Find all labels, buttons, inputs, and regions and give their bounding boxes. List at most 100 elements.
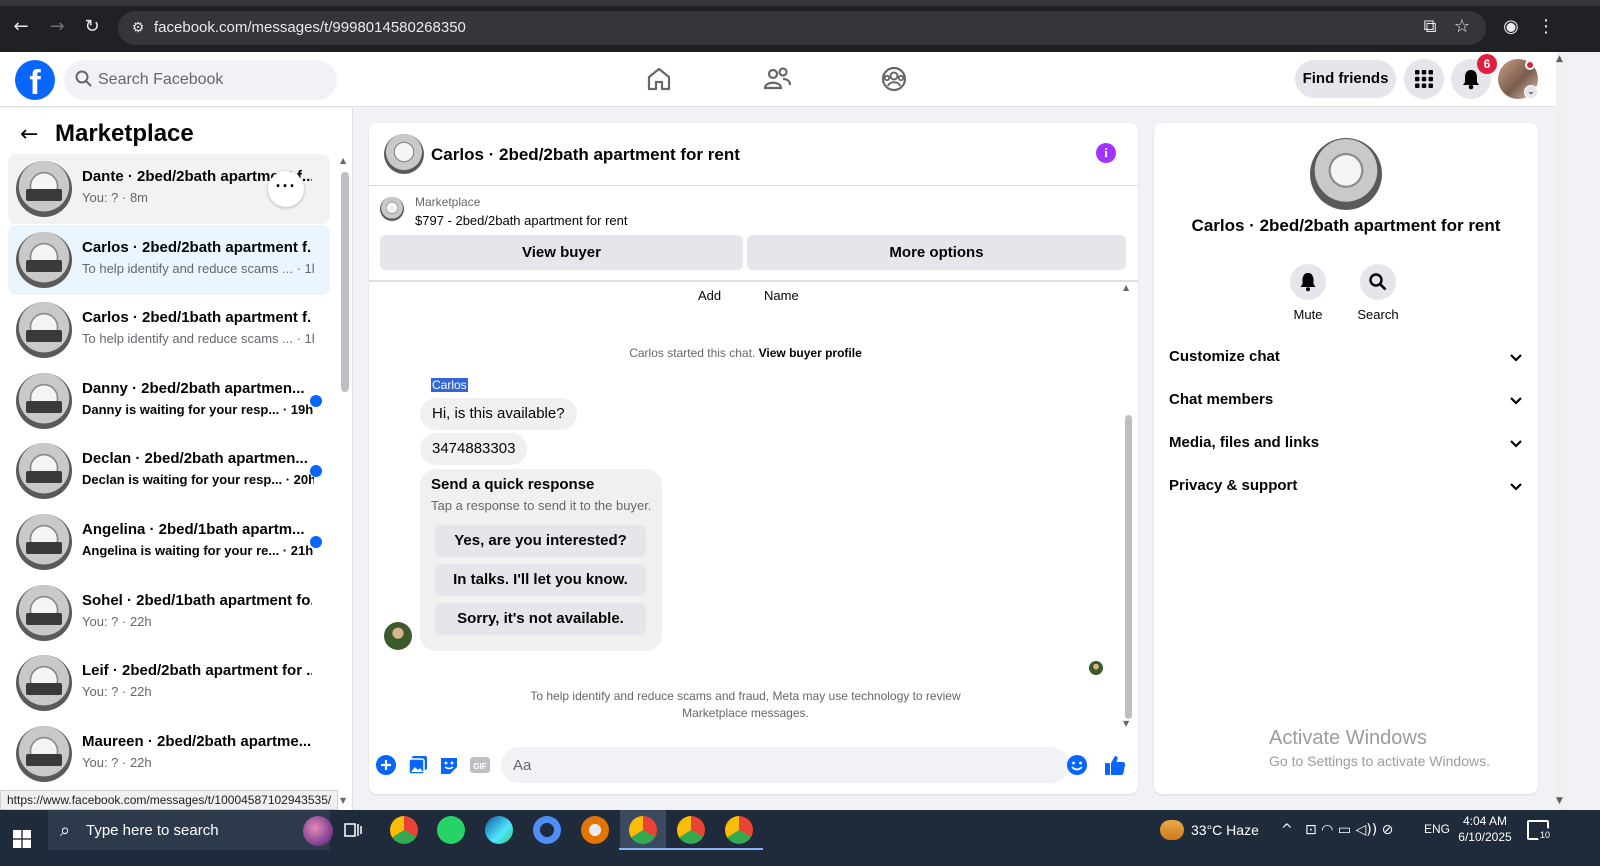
mute-action[interactable]: Mute xyxy=(1283,264,1333,322)
customize-chat-row[interactable]: Customize chat xyxy=(1169,343,1524,373)
conversation-preview: Danny is waiting for your resp... · 19h xyxy=(82,401,314,417)
edge-icon[interactable] xyxy=(485,816,513,844)
conversation-item[interactable]: Dante · 2bed/2bath apartment f... You: ? … xyxy=(8,154,330,224)
scroll-down-arrow[interactable]: ▼ xyxy=(340,796,346,805)
seen-receipt-avatar xyxy=(1089,661,1103,675)
conversation-item[interactable]: Carlos · 2bed/1bath apartment f... To hel… xyxy=(8,295,330,365)
details-avatar[interactable] xyxy=(1310,138,1382,210)
forward-icon[interactable]: → xyxy=(46,16,68,38)
app-icon[interactable] xyxy=(581,816,609,844)
search-button[interactable] xyxy=(1360,264,1396,300)
chrome-app-icon[interactable] xyxy=(390,816,418,844)
install-app-icon[interactable]: ⧉ xyxy=(1419,16,1441,38)
chrome-app-icon[interactable] xyxy=(667,816,715,850)
chevron-up-icon[interactable]: ^ xyxy=(1281,822,1293,838)
quick-reply-in-talks[interactable]: In talks. I'll let you know. xyxy=(435,564,646,596)
back-icon[interactable]: ← xyxy=(10,16,32,38)
conversation-item[interactable]: Angelina · 2bed/1bath apartm... Angelina … xyxy=(8,507,330,577)
reload-icon[interactable]: ↻ xyxy=(81,16,103,38)
scroll-up-arrow[interactable]: ▲ xyxy=(340,156,346,165)
privacy-support-row[interactable]: Privacy & support xyxy=(1169,472,1524,502)
view-buyer-button[interactable]: View buyer xyxy=(380,235,743,270)
facebook-logo[interactable]: f xyxy=(15,60,55,100)
windows-start-icon[interactable] xyxy=(13,830,31,848)
chevron-down-icon xyxy=(1510,397,1522,405)
groups-icon[interactable] xyxy=(879,64,909,94)
bookmark-star-icon[interactable]: ☆ xyxy=(1451,16,1473,38)
sidebar-scrollbar[interactable] xyxy=(341,172,349,392)
section-label: Privacy & support xyxy=(1169,477,1298,494)
unread-dot xyxy=(310,536,322,548)
conversation-item[interactable]: Declan · 2bed/2bath apartmen... Declan is… xyxy=(8,436,330,506)
quick-reply-not-available[interactable]: Sorry, it's not available. xyxy=(435,603,646,635)
listing-card: Marketplace $797 - 2bed/2bath apartment … xyxy=(369,186,1138,282)
chat-scroll-up-arrow[interactable]: ▲ xyxy=(1123,283,1129,292)
message-composer: GIF xyxy=(369,735,1138,794)
more-options-icon[interactable]: ··· xyxy=(268,171,304,207)
chevron-down-icon[interactable]: ⌄ xyxy=(1524,85,1538,99)
quick-response-card: Send a quick response Tap a response to … xyxy=(420,469,662,651)
media-files-links-row[interactable]: Media, files and links xyxy=(1169,429,1524,459)
page-scroll-up-arrow[interactable]: ▲ xyxy=(1556,54,1563,64)
watermark-subtitle: Go to Settings to activate Windows. xyxy=(1269,753,1490,769)
conversation-item[interactable]: Leif · 2bed/2bath apartment for ... You: … xyxy=(8,648,330,718)
url-text[interactable]: facebook.com/messages/t/9998014580268350 xyxy=(154,19,466,36)
conversation-item[interactable]: Danny · 2bed/2bath apartmen... Danny is w… xyxy=(8,366,330,436)
gif-icon[interactable]: GIF xyxy=(469,754,491,776)
system-tray-icons[interactable]: ⊡ ◠ ▭ ◁)) ⊘ xyxy=(1305,822,1393,838)
quick-reply-interested[interactable]: Yes, are you interested? xyxy=(435,525,646,557)
weather-text[interactable]: 33°C Haze xyxy=(1191,822,1259,838)
chrome-app-icon[interactable] xyxy=(715,816,763,850)
facebook-search[interactable] xyxy=(64,60,337,100)
menu-button[interactable] xyxy=(1404,59,1444,99)
taskbar-clock[interactable]: 4:04 AM 6/10/2025 xyxy=(1455,813,1515,845)
whatsapp-icon[interactable] xyxy=(437,816,465,844)
like-thumb-icon[interactable] xyxy=(1104,754,1126,776)
home-icon[interactable] xyxy=(644,64,674,94)
message-bubble[interactable]: Hi, is this available? xyxy=(420,398,577,430)
sticker-icon[interactable] xyxy=(438,754,460,776)
page-scroll-down-arrow[interactable]: ▼ xyxy=(1556,796,1563,806)
chat-avatar[interactable] xyxy=(384,134,424,174)
photo-icon[interactable] xyxy=(407,754,429,776)
chat-title[interactable]: Carlos · 2bed/2bath apartment for rent xyxy=(431,145,740,165)
back-arrow-icon[interactable]: ← xyxy=(20,123,44,147)
app-icon[interactable] xyxy=(533,816,561,844)
browser-profile-icon[interactable]: ◉ xyxy=(1500,16,1522,38)
view-buyer-profile-link[interactable]: View buyer profile xyxy=(759,346,862,360)
notification-center-icon[interactable]: 10 xyxy=(1527,820,1553,842)
name-label[interactable]: Name xyxy=(764,288,799,303)
page-scrollbar[interactable] xyxy=(1556,52,1568,810)
chat-scroll-down-arrow[interactable]: ▼ xyxy=(1123,719,1129,728)
add-label[interactable]: Add xyxy=(698,288,721,303)
chat-members-row[interactable]: Chat members xyxy=(1169,386,1524,416)
listing-avatar xyxy=(16,372,72,429)
chrome-app-icon[interactable] xyxy=(619,816,667,850)
site-settings-icon[interactable]: ⚙ xyxy=(128,18,148,38)
friends-icon[interactable] xyxy=(762,64,792,94)
task-view-icon[interactable] xyxy=(343,820,363,840)
message-input-wrapper[interactable] xyxy=(501,747,1069,783)
address-bar[interactable]: ⚙ facebook.com/messages/t/99980145802683… xyxy=(118,11,1486,45)
buyer-avatar[interactable] xyxy=(384,622,412,650)
message-input[interactable] xyxy=(513,747,1033,783)
plus-icon[interactable] xyxy=(375,754,397,776)
conversation-item[interactable]: Carlos · 2bed/2bath apartment f... To hel… xyxy=(8,224,330,295)
mute-button[interactable] xyxy=(1290,264,1326,300)
language-indicator[interactable]: ENG xyxy=(1424,822,1450,836)
more-options-button[interactable]: More options xyxy=(747,235,1126,270)
conversation-item[interactable]: Sohel · 2bed/1bath apartment fo... You: ?… xyxy=(8,578,330,648)
search-input[interactable] xyxy=(98,60,328,100)
chat-scrollbar[interactable] xyxy=(1125,415,1132,719)
weather-icon[interactable] xyxy=(1160,820,1184,840)
message-bubble[interactable]: 3474883303 xyxy=(420,433,528,465)
search-action[interactable]: Search xyxy=(1353,264,1403,322)
conversation-item[interactable]: Maureen · 2bed/2bath apartme... You: ? · … xyxy=(8,719,330,789)
info-icon[interactable]: i xyxy=(1096,143,1116,163)
taskbar-search[interactable]: ⌕ Type here to search xyxy=(48,810,333,850)
search-icon: ⌕ xyxy=(60,820,71,841)
browser-menu-icon[interactable]: ⋮ xyxy=(1535,16,1557,38)
emoji-icon[interactable] xyxy=(1066,754,1088,776)
bell-icon xyxy=(1463,70,1479,90)
find-friends-button[interactable]: Find friends xyxy=(1295,60,1396,98)
